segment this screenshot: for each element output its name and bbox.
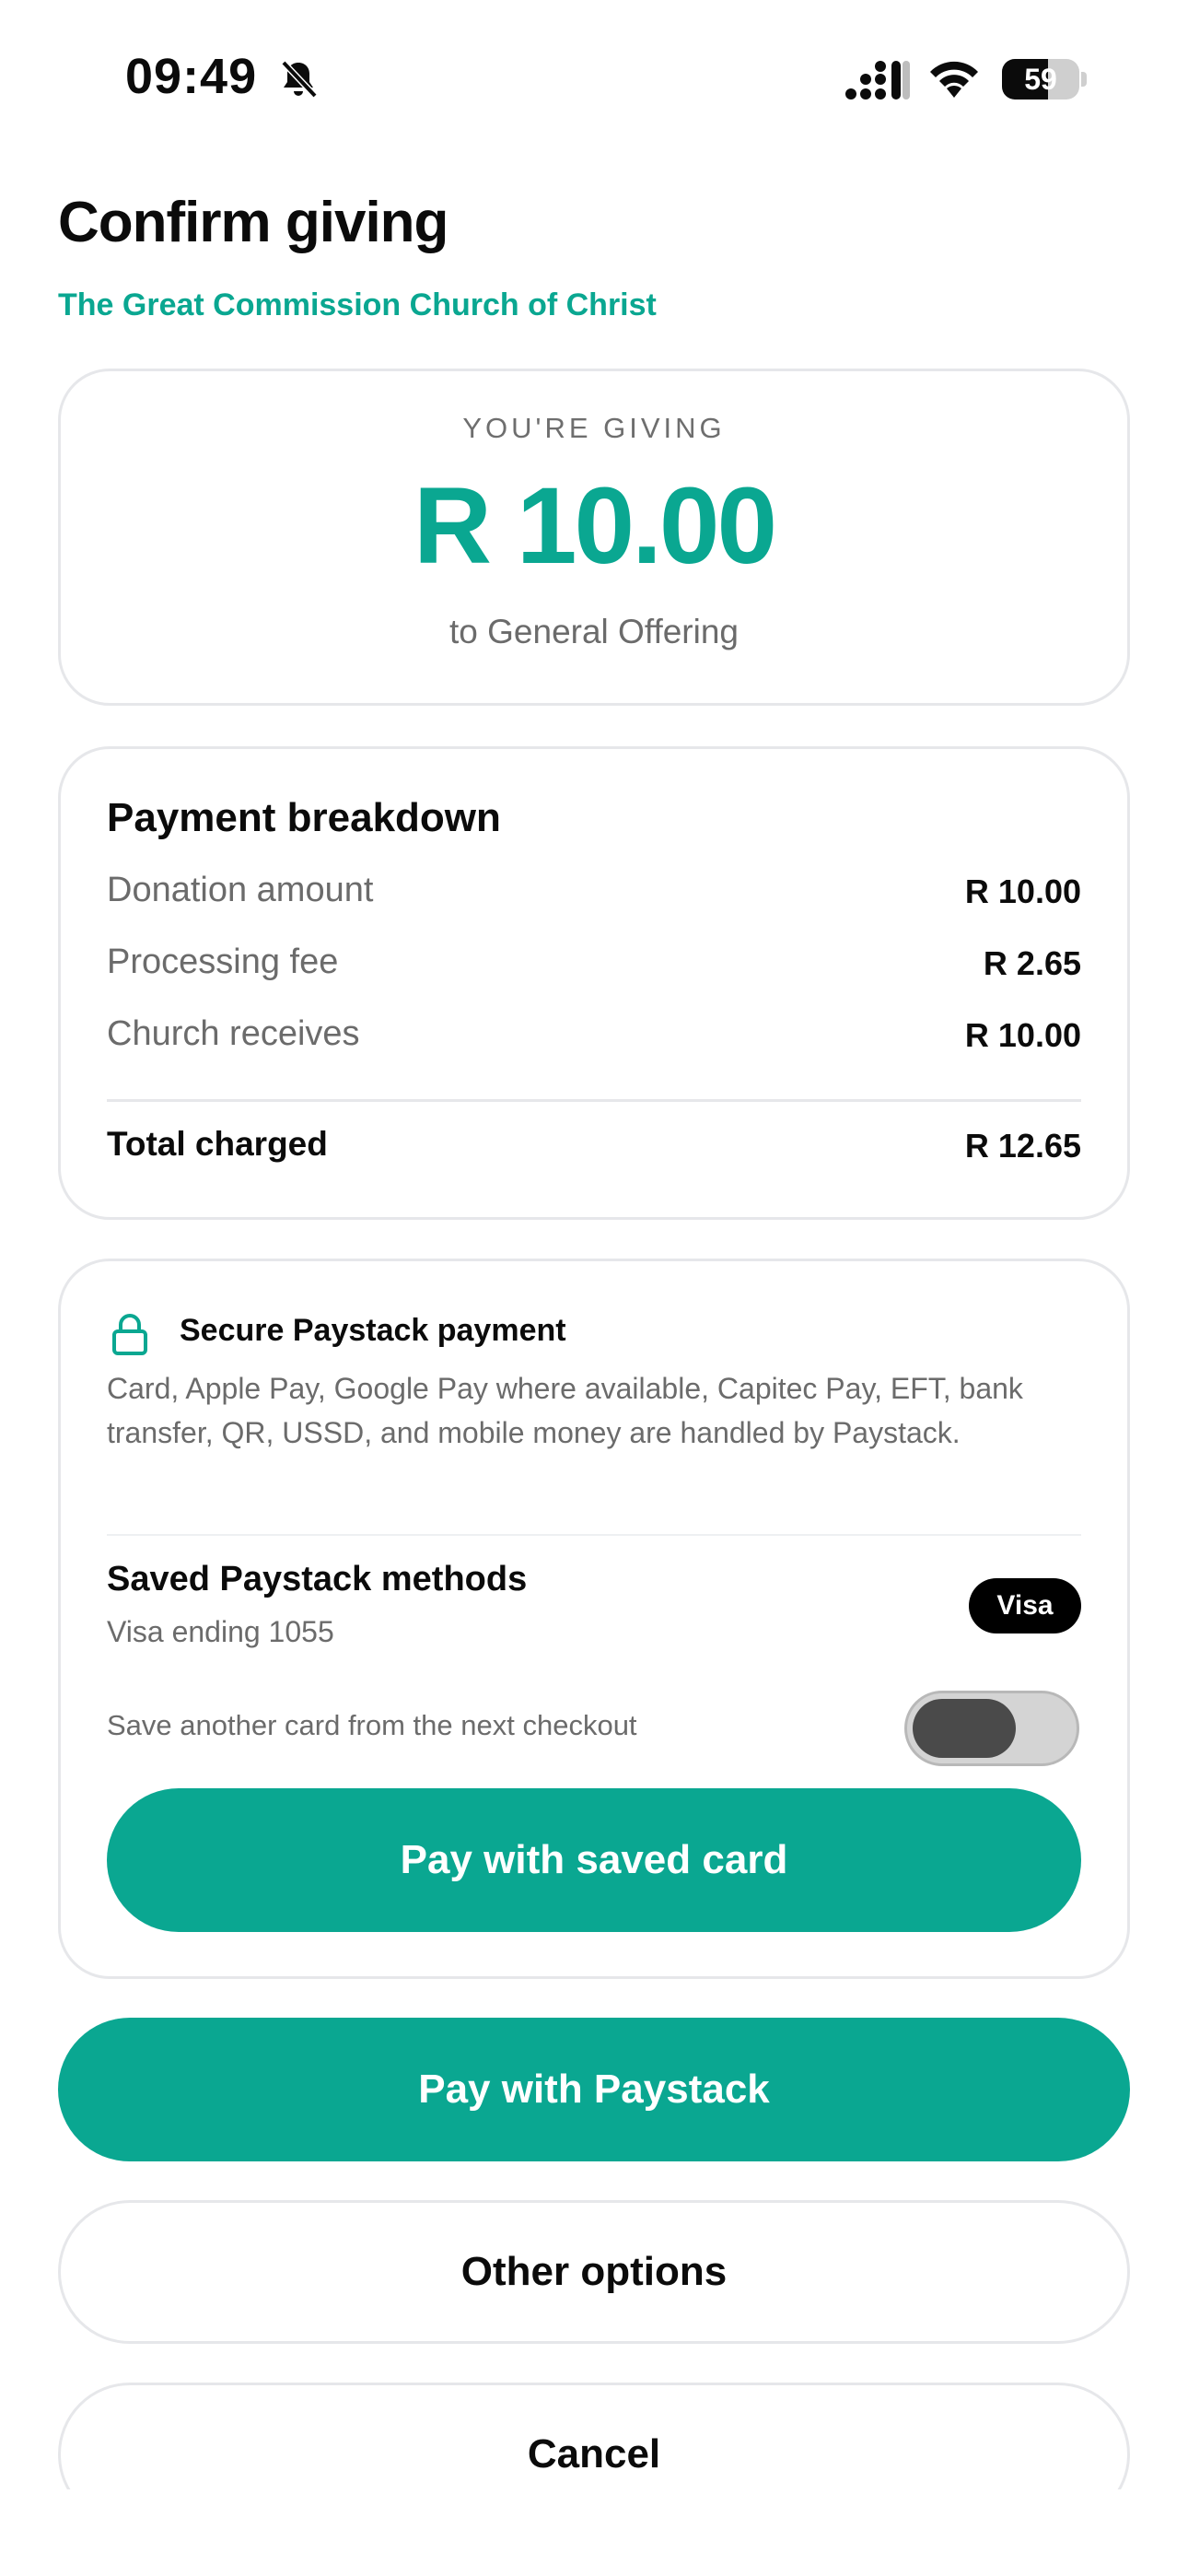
breakdown-row-total: Total charged R 12.65 — [107, 1125, 1081, 1180]
giving-summary-card: YOU'RE GIVING R 10.00 to General Offerin… — [58, 369, 1130, 706]
battery-indicator: 59 — [1002, 59, 1087, 100]
breakdown-row-label: Donation amount — [107, 871, 374, 909]
giving-amount: R 10.00 — [413, 465, 777, 587]
cellular-signal-icon — [845, 61, 910, 100]
lock-icon — [112, 1314, 147, 1355]
breakdown-row-value: R 10.00 — [964, 872, 1081, 910]
breakdown-row-label: Processing fee — [107, 943, 339, 981]
payment-breakdown-card: Payment breakdown Donation amount R 10.0… — [58, 746, 1130, 1220]
page-title: Confirm giving — [58, 191, 448, 254]
battery-nub — [1081, 72, 1087, 87]
pay-with-paystack-button[interactable]: Pay with Paystack — [58, 2018, 1130, 2161]
pay-with-saved-card-button[interactable]: Pay with saved card — [107, 1788, 1081, 1932]
giving-label: YOU'RE GIVING — [462, 412, 726, 444]
giving-fund: to General Offering — [449, 613, 739, 650]
total-label: Total charged — [107, 1125, 328, 1163]
wifi-icon — [930, 61, 978, 98]
toggle-knob — [913, 1699, 1016, 1758]
breakdown-row-label: Church receives — [107, 1014, 360, 1053]
save-card-toggle[interactable] — [904, 1691, 1079, 1766]
status-bar: 09:49 59 — [0, 0, 1188, 147]
breakdown-row-church-receives: Church receives R 10.00 — [107, 1014, 1081, 1070]
scroll-clip — [0, 2489, 1188, 2576]
secure-payment-title: Secure Paystack payment — [180, 1313, 566, 1348]
breakdown-row-value: R 10.00 — [964, 1016, 1081, 1054]
breakdown-row-value: R 2.65 — [983, 944, 1081, 982]
church-name: The Great Commission Church of Christ — [58, 287, 657, 322]
breakdown-row-donation: Donation amount R 10.00 — [107, 871, 1081, 926]
save-card-toggle-label: Save another card from the next checkout — [107, 1709, 637, 1741]
visa-badge: Visa — [969, 1578, 1081, 1633]
secure-payment-description: Card, Apple Pay, Google Pay where availa… — [107, 1372, 1023, 1449]
saved-methods-title: Saved Paystack methods — [107, 1560, 528, 1598]
breakdown-divider — [107, 1099, 1081, 1102]
saved-card-label: Visa ending 1055 — [107, 1615, 334, 1648]
status-time: 09:49 — [125, 49, 258, 104]
breakdown-title: Payment breakdown — [107, 795, 501, 840]
breakdown-row-fee: Processing fee R 2.65 — [107, 943, 1081, 998]
battery-percentage: 59 — [1024, 63, 1057, 96]
other-options-button[interactable]: Other options — [58, 2200, 1130, 2344]
secure-payment-card: Secure Paystack payment Card, Apple Pay,… — [58, 1259, 1130, 1979]
bell-muted-icon — [281, 60, 318, 99]
secure-divider — [107, 1534, 1081, 1536]
battery-body: 59 — [1002, 59, 1079, 100]
total-value: R 12.65 — [964, 1127, 1081, 1165]
